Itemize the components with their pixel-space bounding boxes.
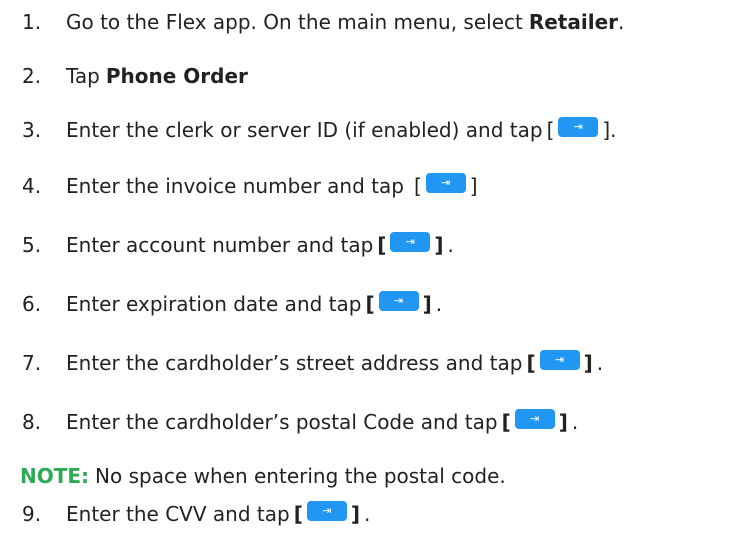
tab-enter-icon: ⇥ [558,117,599,137]
step-text: Enter the invoice number and tap [66,174,404,198]
note-label: NOTE: [20,464,90,488]
step-punct: . [596,351,604,375]
bracket-open: [ [365,292,375,316]
step-punct: . [618,10,625,34]
bracket-close: ]. [602,118,617,142]
bracket-open: [ [501,410,511,434]
step-text: Enter the cardholder’s postal Code and t… [66,410,498,434]
step-punct: . [571,410,579,434]
step-text: Enter account number and tap [66,233,374,257]
step-punct: . [435,292,443,316]
step-7: 7. Enter the cardholder’s street address… [22,349,603,377]
step-number: 3. [22,118,42,142]
bracket-close: ] [350,502,360,526]
bracket-open: [ [413,174,422,198]
step-number: 1. [22,10,42,34]
step-text: Go to the Flex app. On the main menu, se… [66,10,523,34]
step-text: Enter the cardholder’s street address an… [66,351,523,375]
step-6: 6. Enter expiration date and tap [ ⇥ ]. [22,290,442,318]
bracket-close: ] [558,410,568,434]
step-1: 1. Go to the Flex app. On the main menu,… [22,8,624,36]
step-number: 9. [22,502,42,526]
step-text: Tap [66,64,100,88]
bracket-open: [ [377,233,387,257]
step-4: 4. Enter the invoice number and tap [ ⇥ … [22,172,482,200]
step-punct: . [363,502,371,526]
bracket-open: [ [526,351,536,375]
step-5: 5. Enter account number and tap [ ⇥ ]. [22,231,454,259]
step-9: 9. Enter the CVV and tap [ ⇥ ]. [22,500,370,528]
tab-enter-icon: ⇥ [425,173,466,193]
bracket-open: [ [293,502,303,526]
step-number: 7. [22,351,42,375]
menu-option-retailer: Retailer [528,10,619,34]
step-8: 8. Enter the cardholder’s postal Code an… [22,408,578,436]
bracket-close: ] [434,233,444,257]
note-text: No space when entering the postal code. [95,464,506,488]
tab-enter-icon: ⇥ [378,291,419,311]
tab-enter-icon: ⇥ [306,501,347,521]
step-punct: . [447,233,454,257]
step-number: 5. [22,233,42,257]
step-number: 6. [22,292,42,316]
step-2: 2. Tap Phone Order [22,62,248,90]
step-text: Enter expiration date and tap [66,292,362,316]
tab-enter-icon: ⇥ [514,409,555,429]
step-number: 2. [22,64,42,88]
bracket-close: ] [583,351,593,375]
tab-enter-icon: ⇥ [539,350,580,370]
menu-option-phone-order: Phone Order [105,64,248,88]
bracket-close: ] [422,292,432,316]
step-text: Enter the clerk or server ID (if enabled… [66,118,543,142]
step-number: 8. [22,410,42,434]
step-3: 3. Enter the clerk or server ID (if enab… [22,116,621,144]
step-text: Enter the CVV and tap [66,502,290,526]
step-number: 4. [22,174,42,198]
bracket-open: [ [546,118,555,142]
note: NOTE: No space when entering the postal … [20,462,506,490]
bracket-close: ] [469,174,478,198]
tab-enter-icon: ⇥ [390,232,431,252]
